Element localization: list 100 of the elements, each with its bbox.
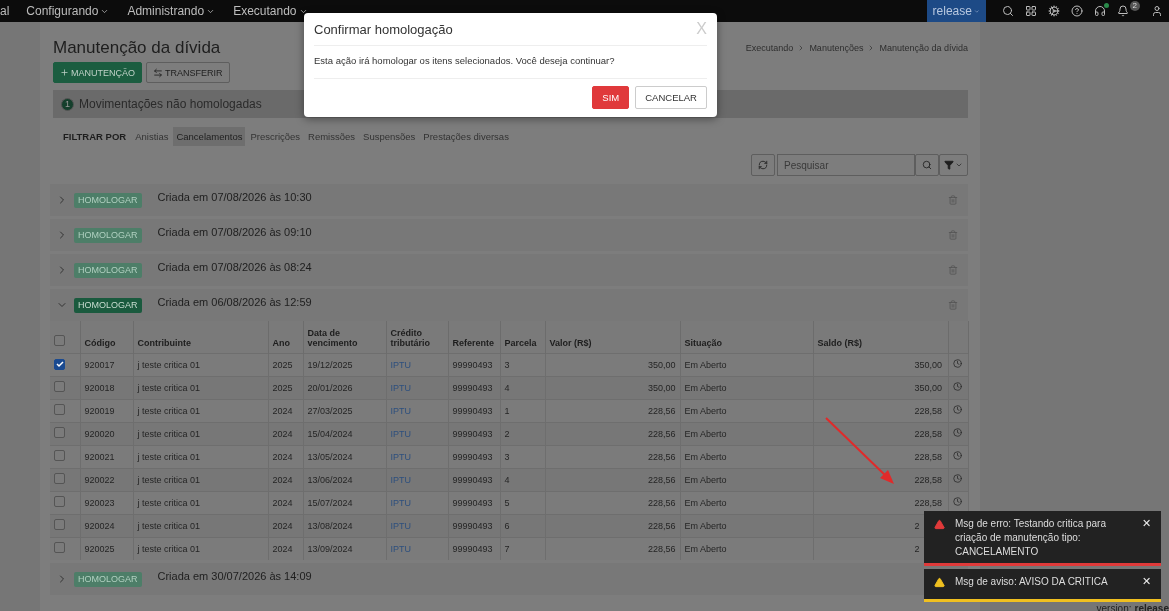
credit-link[interactable]: IPTU <box>390 428 411 439</box>
clock-icon[interactable] <box>952 428 962 437</box>
filter-tab[interactable]: Anistias <box>132 127 172 146</box>
table-cell: Em Aberto <box>684 359 727 370</box>
environment-dropdown[interactable]: release <box>926 0 986 22</box>
credit-link[interactable]: IPTU <box>390 497 411 508</box>
dialog-message: Esta ação irá homologar os itens selecionados. Você deseja continuar? <box>314 46 707 79</box>
cancel-button[interactable]: CANCELAR <box>635 86 707 109</box>
checkbox[interactable] <box>54 473 65 484</box>
checkbox[interactable] <box>54 496 65 507</box>
search-icon[interactable] <box>1001 5 1014 17</box>
table-cell: 920017 <box>84 359 115 370</box>
menu-item[interactable]: Executando <box>233 4 297 18</box>
table-cell-text: 2 <box>914 543 921 554</box>
trash-icon[interactable] <box>948 265 958 275</box>
group-header[interactable]: HOMOLOGAR Criada em 07/08/2026 às 09:10 <box>50 219 968 251</box>
column-header: Código <box>84 337 116 348</box>
menu-item[interactable]: Configurando <box>26 4 99 18</box>
column-header: Parcela <box>504 337 537 348</box>
menu-item[interactable]: al <box>0 4 18 18</box>
column-header: Ano <box>272 337 290 348</box>
bell-icon[interactable] <box>1116 5 1129 17</box>
grid-icon[interactable] <box>1024 5 1037 17</box>
gear-icon[interactable] <box>1047 5 1060 17</box>
approve-button[interactable]: HOMOLOGAR <box>74 297 142 313</box>
table-cell: 350,00 <box>647 359 676 370</box>
clock-icon[interactable] <box>952 382 962 391</box>
clock-icon[interactable] <box>952 451 962 460</box>
menu-item[interactable]: Administrando <box>127 4 205 18</box>
approve-button[interactable]: HOMOLOGAR <box>74 227 142 243</box>
credit-link[interactable]: IPTU <box>390 520 411 531</box>
checkbox[interactable] <box>54 542 65 554</box>
checkbox[interactable] <box>54 381 65 392</box>
column-header: Situação <box>684 337 722 348</box>
credit-link[interactable]: IPTU <box>390 405 411 416</box>
breadcrumb-item[interactable]: Manutenções <box>809 43 864 53</box>
checkbox[interactable] <box>54 334 65 346</box>
transfer-button[interactable]: TRANSFERIR <box>146 62 230 83</box>
headset-icon[interactable] <box>1093 5 1106 17</box>
group-header[interactable]: HOMOLOGAR Criada em 07/08/2026 às 08:24 <box>50 254 968 286</box>
column-header: Valor (R$) <box>549 337 592 348</box>
credit-link[interactable]: IPTU <box>390 474 411 485</box>
filter-tab[interactable]: Remissões <box>305 127 359 146</box>
table-cell: 15/04/2024 <box>307 428 353 439</box>
trash-icon[interactable] <box>948 230 958 240</box>
group-header[interactable]: HOMOLOGAR Criada em 07/08/2026 às 10:30 <box>50 184 968 216</box>
close-button[interactable]: ✕ <box>1142 517 1151 529</box>
checkbox[interactable] <box>54 404 65 415</box>
confirm-button[interactable]: SIM <box>592 86 630 109</box>
search-button[interactable] <box>915 154 939 176</box>
table-cell: j teste critica 01 <box>137 382 201 393</box>
table-cell: 350,00 <box>914 359 944 370</box>
clock-icon[interactable] <box>952 474 962 483</box>
table-cell: 228,56 <box>647 520 676 531</box>
add-button[interactable]: MANUTENÇÃO <box>53 62 142 83</box>
table-cell: 2024 <box>272 405 293 416</box>
notice-text: Movimentações não homologadas <box>79 97 262 111</box>
dialog-title: Confirmar homologação <box>314 21 453 37</box>
checkbox[interactable] <box>54 519 65 530</box>
table-cell: 99990493 <box>452 520 493 531</box>
breadcrumb-item[interactable]: Executando <box>745 43 794 53</box>
filter-tab[interactable]: Suspensões <box>360 127 419 146</box>
checkbox[interactable] <box>54 427 65 438</box>
close-button[interactable]: ✕ <box>1142 575 1151 587</box>
table-cell: j teste critica 01 <box>137 428 201 439</box>
approve-button[interactable]: HOMOLOGAR <box>74 192 142 208</box>
filter-tab[interactable]: Prescrições <box>247 127 304 146</box>
table-cell: 920023 <box>84 497 115 508</box>
clock-icon[interactable] <box>952 405 962 414</box>
table-cell: 2024 <box>272 474 293 485</box>
table-cell: 920024 <box>84 520 115 531</box>
clock-icon[interactable] <box>952 359 962 368</box>
credit-link[interactable]: IPTU <box>390 359 411 370</box>
filter-tab[interactable]: Prestações diversas <box>420 127 512 146</box>
approve-button[interactable]: HOMOLOGAR <box>74 571 142 587</box>
table-cell: j teste critica 01 <box>137 497 201 508</box>
help-icon[interactable] <box>1070 5 1083 17</box>
approve-button[interactable]: HOMOLOGAR <box>74 262 142 278</box>
table-cell: 920020 <box>84 428 115 439</box>
group-title: Criada em 30/07/2026 às 14:09 <box>157 570 312 582</box>
filter-tab[interactable]: Cancelamentos <box>173 127 246 146</box>
page-title: Manutenção da dívida <box>53 38 221 58</box>
trash-icon[interactable] <box>948 300 958 310</box>
clock-icon[interactable] <box>952 497 962 506</box>
credit-link[interactable]: IPTU <box>390 543 411 554</box>
credit-link[interactable]: IPTU <box>390 451 411 462</box>
table-cell: 228,58 <box>914 428 944 439</box>
table-cell: 13/09/2024 <box>307 543 353 554</box>
checkbox[interactable] <box>54 450 65 461</box>
user-icon[interactable] <box>1151 5 1163 17</box>
group-header[interactable]: HOMOLOGAR Criada em 06/08/2026 às 12:59 <box>50 289 968 321</box>
credit-link[interactable]: IPTU <box>390 382 411 393</box>
search-field[interactable]: Pesquisar <box>777 154 915 176</box>
table-cell: Em Aberto <box>684 497 727 508</box>
trash-icon[interactable] <box>948 195 958 205</box>
filter-dropdown-button[interactable] <box>939 154 968 176</box>
refresh-button[interactable] <box>751 154 775 176</box>
table-cell: 2024 <box>272 543 293 554</box>
table-cell: 99990493 <box>452 543 493 554</box>
checkbox[interactable] <box>54 358 65 370</box>
